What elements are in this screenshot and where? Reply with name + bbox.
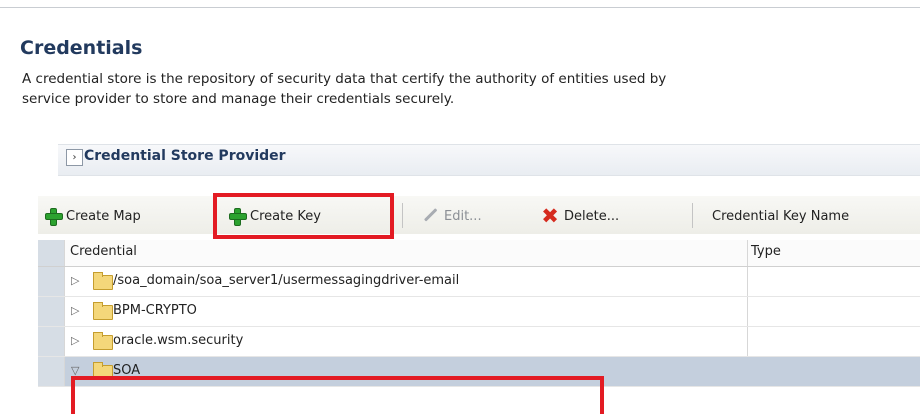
folder-icon — [93, 302, 113, 320]
create-key-highlight-box — [213, 193, 394, 239]
folder-icon — [93, 332, 113, 350]
delete-x-icon: ✖ — [541, 204, 559, 228]
credential-cell: ▷ oracle.wsm.security — [64, 327, 748, 356]
page-title: Credentials — [20, 37, 143, 59]
credential-key-name-field-label: Credential Key Name — [712, 208, 850, 224]
table-row[interactable]: ▷ BPM-CRYPTO — [38, 297, 920, 327]
edit-button[interactable]: Edit... — [422, 204, 482, 228]
column-header-credential-label: Credential — [70, 244, 137, 259]
soa-highlight-box — [71, 376, 604, 414]
table-row[interactable]: ▷ /soa_domain/soa_server1/usermessagingd… — [38, 267, 920, 297]
plus-icon — [44, 207, 63, 226]
edit-label: Edit... — [444, 208, 482, 224]
create-map-button[interactable]: Create Map — [44, 204, 141, 228]
description-line-1: A credential store is the repository of … — [22, 71, 667, 87]
toolbar-separator — [692, 203, 693, 228]
expand-triangle-icon[interactable]: ▷ — [71, 334, 79, 347]
column-header-type-label: Type — [751, 244, 781, 259]
expand-triangle-icon[interactable]: ▷ — [71, 274, 79, 287]
type-cell — [746, 357, 920, 386]
table-header-row: Credential Type — [38, 240, 920, 267]
folder-icon — [93, 272, 113, 290]
section-title[interactable]: Credential Store Provider — [84, 148, 286, 164]
top-divider — [0, 7, 920, 8]
row-header-cell — [38, 267, 64, 296]
page-description: A credential store is the repository of … — [22, 69, 920, 109]
credential-map-name: BPM-CRYPTO — [113, 303, 197, 318]
row-header-cell — [38, 357, 64, 386]
column-header-credential[interactable]: Credential — [64, 240, 748, 266]
credential-cell: ▷ BPM-CRYPTO — [64, 297, 748, 326]
column-header-type[interactable]: Type — [746, 240, 920, 266]
create-map-label: Create Map — [66, 208, 141, 224]
pencil-icon — [422, 207, 440, 225]
row-header-cell — [38, 297, 64, 326]
row-header-cell — [38, 327, 64, 356]
credential-map-name: oracle.wsm.security — [113, 333, 244, 348]
credential-cell: ▷ /soa_domain/soa_server1/usermessagingd… — [64, 267, 748, 296]
chevron-right-icon[interactable]: › — [66, 149, 83, 166]
type-cell — [746, 297, 920, 326]
description-line-2: service provider to store and manage the… — [22, 91, 455, 107]
type-cell — [746, 327, 920, 356]
row-header-cell — [38, 240, 64, 266]
credential-map-name: /soa_domain/soa_server1/usermessagingdri… — [113, 273, 460, 288]
delete-button[interactable]: ✖ Delete... — [540, 204, 619, 228]
expand-triangle-icon[interactable]: ▷ — [71, 304, 79, 317]
delete-label: Delete... — [564, 208, 620, 224]
toolbar-separator — [402, 203, 403, 228]
table-row[interactable]: ▷ oracle.wsm.security — [38, 327, 920, 357]
type-cell — [746, 267, 920, 296]
